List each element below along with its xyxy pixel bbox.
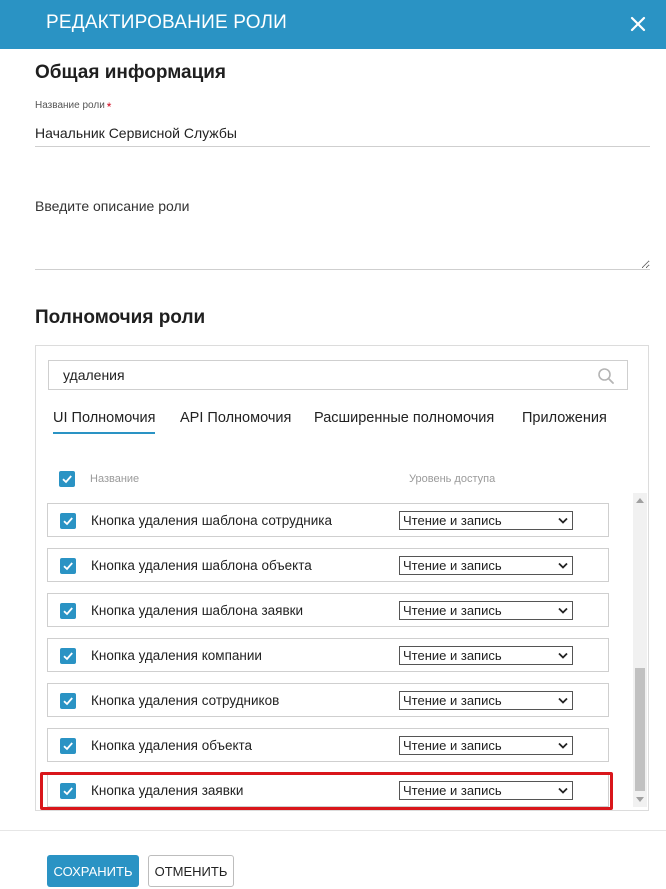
permission-row: Кнопка удаления шаблона заявки Чтение и … <box>47 593 609 627</box>
column-name-header: Название <box>90 473 140 485</box>
access-level-select[interactable]: Чтение и запись <box>399 691 573 710</box>
chevron-down-icon <box>558 697 568 704</box>
row-label: Кнопка удаления объекта <box>91 738 253 753</box>
cancel-button[interactable]: ОТМЕНИТЬ <box>148 855 234 887</box>
chevron-down-icon <box>558 517 568 524</box>
access-level-value: Чтение и запись <box>403 603 502 618</box>
scroll-up-arrow-icon[interactable] <box>636 498 644 503</box>
dialog-title: РЕДАКТИРОВАНИЕ РОЛИ <box>46 12 288 33</box>
row-checkbox[interactable] <box>60 738 76 754</box>
permission-row: Кнопка удаления шаблона сотрудника Чтени… <box>47 503 609 537</box>
role-name-label: Название роли * <box>35 100 111 114</box>
row-label: Кнопка удаления шаблона сотрудника <box>91 513 332 528</box>
save-button[interactable]: СОХРАНИТЬ <box>47 855 139 887</box>
role-description-input[interactable] <box>35 190 650 270</box>
access-level-value: Чтение и запись <box>403 738 502 753</box>
permission-row: Кнопка удаления объекта Чтение и запись <box>47 728 609 762</box>
access-level-value: Чтение и запись <box>403 783 502 798</box>
column-access-header: Уровень доступа <box>409 473 496 485</box>
list-scrollbar[interactable] <box>633 493 647 807</box>
row-label: Кнопка удаления заявки <box>91 783 244 798</box>
scroll-down-arrow-icon[interactable] <box>636 797 644 802</box>
permission-row: Кнопка удаления компании Чтение и запись <box>47 638 609 672</box>
access-level-select[interactable]: Чтение и запись <box>399 601 573 620</box>
access-level-value: Чтение и запись <box>403 648 502 663</box>
select-all-checkbox[interactable] <box>59 471 75 487</box>
chevron-down-icon <box>558 742 568 749</box>
access-level-value: Чтение и запись <box>403 558 502 573</box>
access-level-select[interactable]: Чтение и запись <box>399 781 573 800</box>
chevron-down-icon <box>558 607 568 614</box>
required-mark: * <box>106 100 112 114</box>
permission-row: Кнопка удаления сотрудников Чтение и зап… <box>47 683 609 717</box>
chevron-down-icon <box>558 652 568 659</box>
row-checkbox[interactable] <box>60 648 76 664</box>
search-icon[interactable] <box>597 367 615 385</box>
access-level-value: Чтение и запись <box>403 693 502 708</box>
scrollbar-thumb[interactable] <box>635 668 645 791</box>
list-header: Название Уровень доступа <box>48 468 628 490</box>
close-icon[interactable] <box>626 12 650 36</box>
role-name-input[interactable] <box>35 120 650 147</box>
tab-api-permissions[interactable]: API Полномочия <box>180 410 291 432</box>
tab-applications[interactable]: Приложения <box>522 410 607 432</box>
access-level-select[interactable]: Чтение и запись <box>399 511 573 530</box>
permission-row-highlighted: Кнопка удаления заявки Чтение и запись <box>47 773 609 807</box>
row-checkbox[interactable] <box>60 693 76 709</box>
permissions-panel: UI Полномочия API Полномочия Расширенные… <box>35 345 649 811</box>
dialog-header: РЕДАКТИРОВАНИЕ РОЛИ <box>0 0 666 49</box>
row-checkbox[interactable] <box>60 558 76 574</box>
row-label: Кнопка удаления сотрудников <box>91 693 280 708</box>
tab-ui-permissions[interactable]: UI Полномочия <box>53 410 156 434</box>
row-label: Кнопка удаления компании <box>91 648 262 663</box>
permissions-title: Полномочия роли <box>35 307 206 328</box>
row-checkbox[interactable] <box>60 513 76 529</box>
permissions-search <box>48 360 628 390</box>
footer-divider <box>0 830 666 831</box>
tab-extended-permissions[interactable]: Расширенные полномочия <box>314 410 494 432</box>
permission-row: Кнопка удаления шаблона объекта Чтение и… <box>47 548 609 582</box>
access-level-value: Чтение и запись <box>403 513 502 528</box>
chevron-down-icon <box>558 787 568 794</box>
general-info-title: Общая информация <box>35 62 227 83</box>
row-checkbox[interactable] <box>60 603 76 619</box>
row-label: Кнопка удаления шаблона заявки <box>91 603 304 618</box>
permissions-search-input[interactable] <box>49 361 603 389</box>
access-level-select[interactable]: Чтение и запись <box>399 556 573 575</box>
row-label: Кнопка удаления шаблона объекта <box>91 558 312 573</box>
role-name-label-text: Название роли <box>35 100 105 111</box>
row-checkbox[interactable] <box>60 783 76 799</box>
chevron-down-icon <box>558 562 568 569</box>
access-level-select[interactable]: Чтение и запись <box>399 646 573 665</box>
access-level-select[interactable]: Чтение и запись <box>399 736 573 755</box>
